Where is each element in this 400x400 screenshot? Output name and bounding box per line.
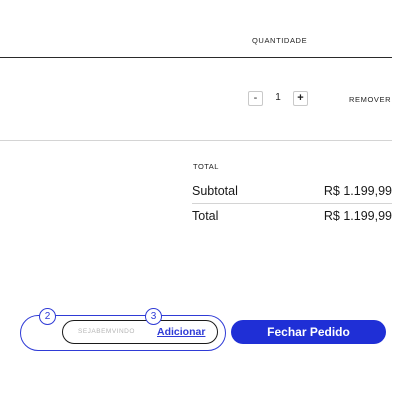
subtotal-value: R$ 1.199,99 <box>323 184 392 198</box>
increase-quantity-button[interactable]: + <box>293 91 308 106</box>
step-badge-2: 2 <box>39 308 56 325</box>
quantity-value: 1 <box>275 92 281 103</box>
checkout-button[interactable]: Fechar Pedido <box>231 320 386 344</box>
totals-section-label: TOTAL <box>193 162 219 171</box>
cart-divider <box>0 140 392 141</box>
totals-divider <box>192 203 392 204</box>
total-value: R$ 1.199,99 <box>323 209 392 223</box>
coupon-placeholder: SEJABEMVINDO <box>78 328 135 335</box>
decrease-quantity-button[interactable]: - <box>248 91 263 106</box>
add-coupon-link[interactable]: Adicionar <box>157 326 205 338</box>
remove-item-link[interactable]: REMOVER <box>349 95 391 104</box>
total-label: Total <box>192 209 219 223</box>
step-badge-3: 3 <box>145 308 162 325</box>
header-divider <box>0 57 392 58</box>
quantity-column-header: QUANTIDADE <box>252 36 308 45</box>
subtotal-label: Subtotal <box>192 184 238 198</box>
